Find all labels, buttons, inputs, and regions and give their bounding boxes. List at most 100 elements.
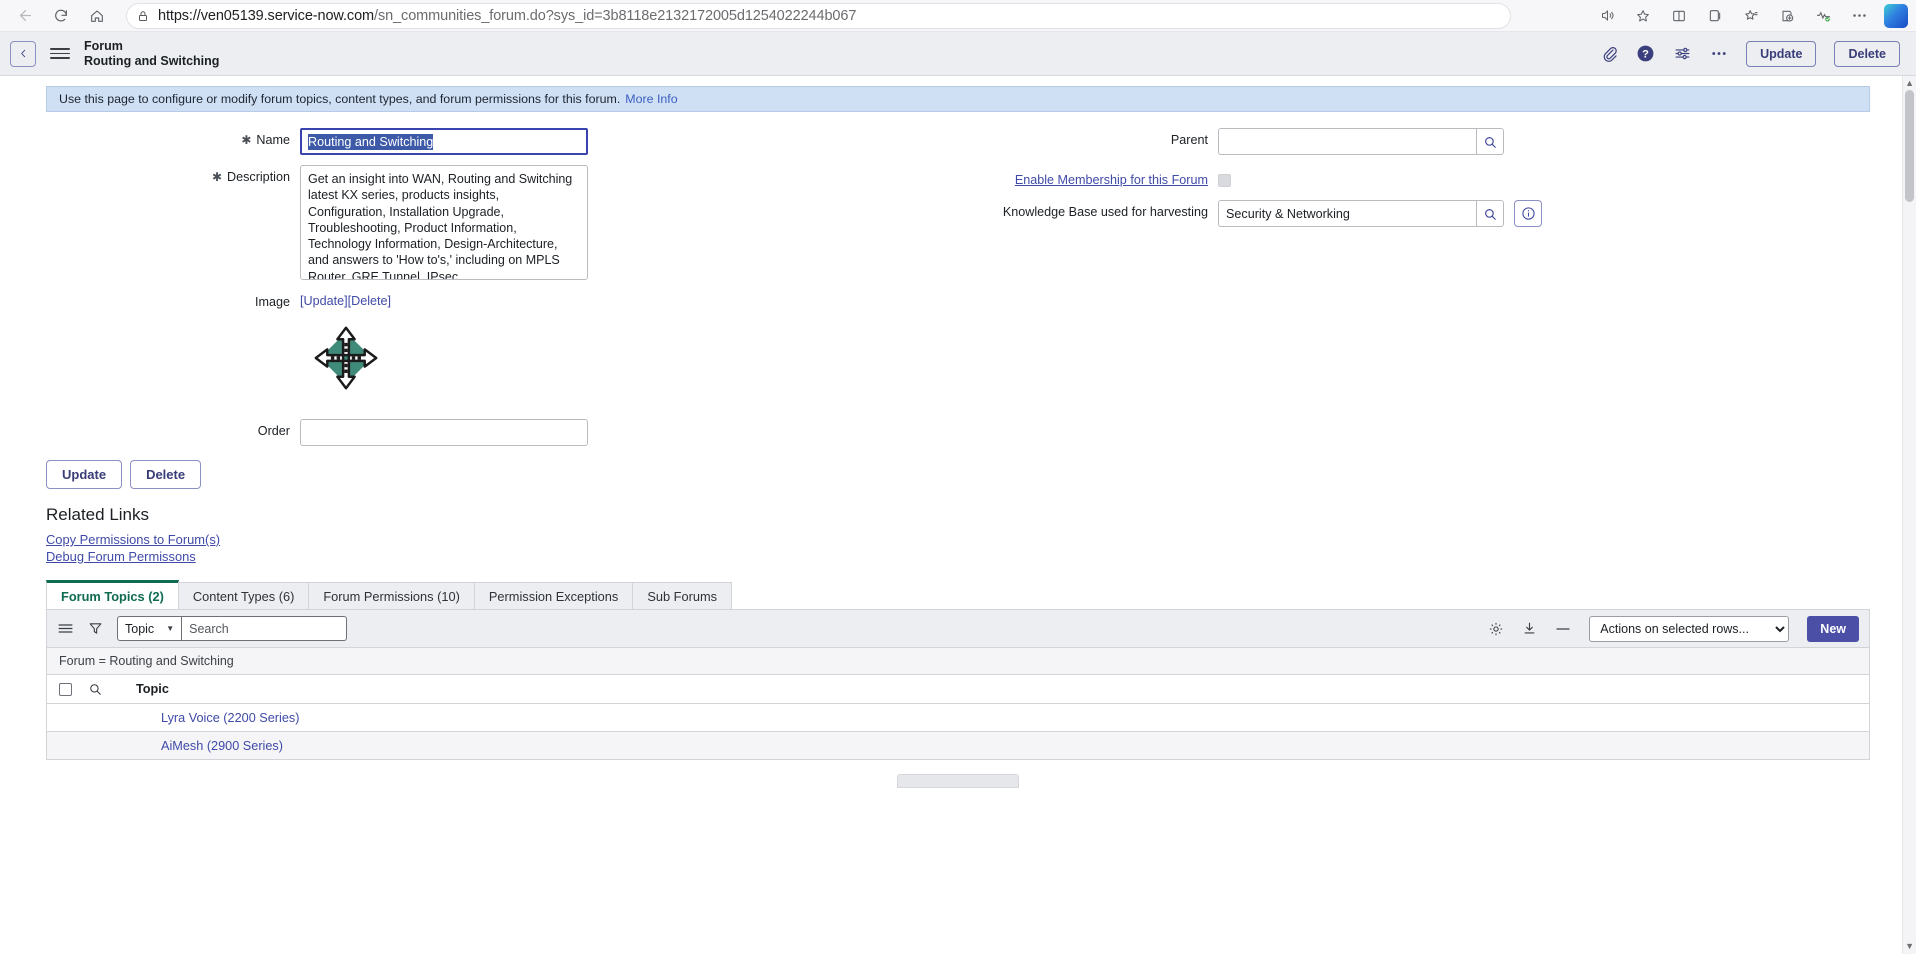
image-update-link[interactable]: [Update] [300, 294, 348, 308]
paperclip-icon[interactable] [1601, 45, 1618, 62]
form-fields: ✱ Name Routing and Switching ✱ Description… [0, 112, 1916, 446]
info-banner-text: Use this page to configure or modify for… [59, 92, 621, 106]
header-actions: ? Update Delete [1601, 40, 1900, 67]
gear-icon[interactable] [1488, 621, 1504, 637]
delete-button-header[interactable]: Delete [1834, 40, 1900, 67]
order-label: Order [257, 424, 290, 438]
parent-input[interactable] [1218, 128, 1476, 155]
browser-right-icons [1590, 3, 1908, 29]
field-knowledge-base: Knowledge Base used for harvesting [960, 200, 1542, 227]
url-text: https://ven05139.service-now.com/sn_comm… [158, 7, 857, 24]
back-button[interactable] [10, 40, 36, 67]
field-selector-dropdown[interactable]: Topic ▼ [117, 616, 183, 641]
tab-content-types[interactable]: Content Types (6) [177, 582, 310, 609]
list-menu-icon[interactable] [57, 622, 74, 635]
list-pagination-control[interactable] [897, 774, 1019, 788]
tab-permission-exceptions[interactable]: Permission Exceptions [473, 582, 634, 609]
knowledge-base-info-circle-icon[interactable] [1514, 200, 1542, 227]
list-header-row: Topic [46, 675, 1870, 704]
knowledge-base-lookup-magnifier-icon[interactable] [1476, 200, 1504, 227]
field-enable-membership: Enable Membership for this Forum [960, 168, 1542, 187]
membership-checkbox[interactable] [1218, 174, 1231, 187]
actions-on-selected-rows-select[interactable]: Actions on selected rows... [1589, 615, 1790, 642]
tab-sub-forums[interactable]: Sub Forums [632, 582, 733, 609]
parent-lookup-magnifier-icon[interactable] [1476, 128, 1504, 155]
tab-forum-topics[interactable]: Forum Topics (2) [46, 580, 179, 609]
star-icon[interactable] [1626, 3, 1660, 29]
column-header-topic[interactable]: Topic [136, 682, 169, 696]
copilot-icon[interactable] [1884, 3, 1908, 28]
collections-icon[interactable] [1698, 3, 1732, 29]
download-icon[interactable] [1522, 621, 1537, 636]
more-settings-icon[interactable] [1842, 3, 1876, 29]
update-button-header[interactable]: Update [1746, 40, 1817, 67]
column-search-magnifier-icon[interactable] [88, 682, 102, 696]
field-description: ✱ Description [0, 165, 1916, 280]
tab-forum-permissions[interactable]: Forum Permissions (10) [308, 582, 475, 609]
membership-link[interactable]: Enable Membership for this Forum [1015, 173, 1208, 187]
related-link-copy-permissions[interactable]: Copy Permissions to Forum(s) [46, 531, 1916, 548]
name-label: ✱ Name [241, 133, 290, 147]
order-input[interactable] [300, 419, 588, 446]
form-body: ▲ ▼ Use this page to configure or modify… [0, 76, 1916, 954]
record-type-label: Forum [84, 38, 123, 53]
list-toolbar-right: Actions on selected rows... New [1488, 615, 1859, 642]
field-name: ✱ Name Routing and Switching [0, 128, 1916, 155]
list-toolbar: Topic ▼ Actions on selected rows... New [46, 610, 1870, 648]
parent-label: Parent [1170, 133, 1208, 147]
name-input-value: Routing and Switching [308, 133, 434, 150]
field-parent: Parent [960, 128, 1542, 155]
record-name-label: Routing and Switching [84, 53, 220, 68]
field-order: Order [0, 419, 1916, 446]
row-link-topic[interactable]: AiMesh (2900 Series) [161, 739, 283, 753]
image-label: Image [254, 295, 290, 309]
knowledge-base-label: Knowledge Base used for harvesting [1002, 205, 1208, 219]
membership-label: Enable Membership for this Forum [960, 168, 1218, 187]
read-aloud-icon[interactable] [1590, 3, 1624, 29]
list-breadcrumb[interactable]: Forum = Routing and Switching [46, 648, 1870, 675]
svg-text:?: ? [1642, 48, 1649, 60]
field-selector-value: Topic [125, 621, 155, 636]
image-actions: [Update][Delete] [300, 290, 391, 308]
scroll-up-arrow[interactable]: ▲ [1905, 79, 1914, 88]
help-icon[interactable]: ? [1636, 44, 1655, 63]
chevron-down-icon: ▼ [166, 624, 175, 633]
reload-icon[interactable] [44, 3, 78, 29]
more-options-icon[interactable] [1710, 51, 1728, 56]
more-info-link[interactable]: More Info [625, 92, 677, 106]
description-textarea[interactable] [300, 165, 588, 280]
address-bar[interactable]: https://ven05139.service-now.com/sn_comm… [126, 2, 1511, 29]
favorites-icon[interactable] [1734, 3, 1768, 29]
page-title: Forum Routing and Switching [84, 39, 219, 69]
related-link-debug-permissions[interactable]: Debug Forum Permissons [46, 548, 1916, 565]
image-delete-link[interactable]: [Delete] [348, 294, 391, 308]
form-header: Forum Routing and Switching ? Update Del… [0, 32, 1916, 76]
browser-essentials-icon[interactable] [1806, 3, 1840, 29]
add-to-collection-icon[interactable] [1770, 3, 1804, 29]
back-arrow-icon[interactable] [8, 3, 42, 29]
required-marker: ✱ [241, 133, 252, 147]
new-button[interactable]: New [1807, 615, 1859, 642]
personalize-form-icon[interactable] [1673, 45, 1692, 62]
hamburger-menu-icon[interactable] [50, 48, 70, 59]
select-all-checkbox[interactable] [59, 682, 72, 696]
browser-toolbar: https://ven05139.service-now.com/sn_comm… [0, 0, 1916, 32]
filter-funnel-icon[interactable] [88, 621, 103, 636]
table-row: Lyra Voice (2200 Series) [46, 704, 1870, 732]
split-screen-icon[interactable] [1662, 3, 1696, 29]
scroll-down-arrow[interactable]: ▼ [1905, 942, 1914, 951]
lock-icon [137, 10, 149, 22]
delete-button[interactable]: Delete [130, 460, 202, 489]
home-icon[interactable] [80, 3, 114, 29]
field-image: Image [Update][Delete] [0, 290, 1916, 399]
related-links: Related Links Copy Permissions to Forum(… [46, 505, 1916, 565]
table-row: AiMesh (2900 Series) [46, 732, 1870, 760]
name-input[interactable]: Routing and Switching [300, 128, 588, 155]
search-input[interactable] [182, 616, 348, 641]
minus-icon[interactable] [1555, 627, 1571, 631]
knowledge-base-input[interactable] [1218, 200, 1476, 227]
related-lists-tabs: Forum Topics (2) Content Types (6) Forum… [46, 580, 1870, 610]
row-link-topic[interactable]: Lyra Voice (2200 Series) [161, 711, 299, 725]
description-label: ✱ Description [211, 170, 290, 184]
update-button[interactable]: Update [46, 460, 123, 489]
